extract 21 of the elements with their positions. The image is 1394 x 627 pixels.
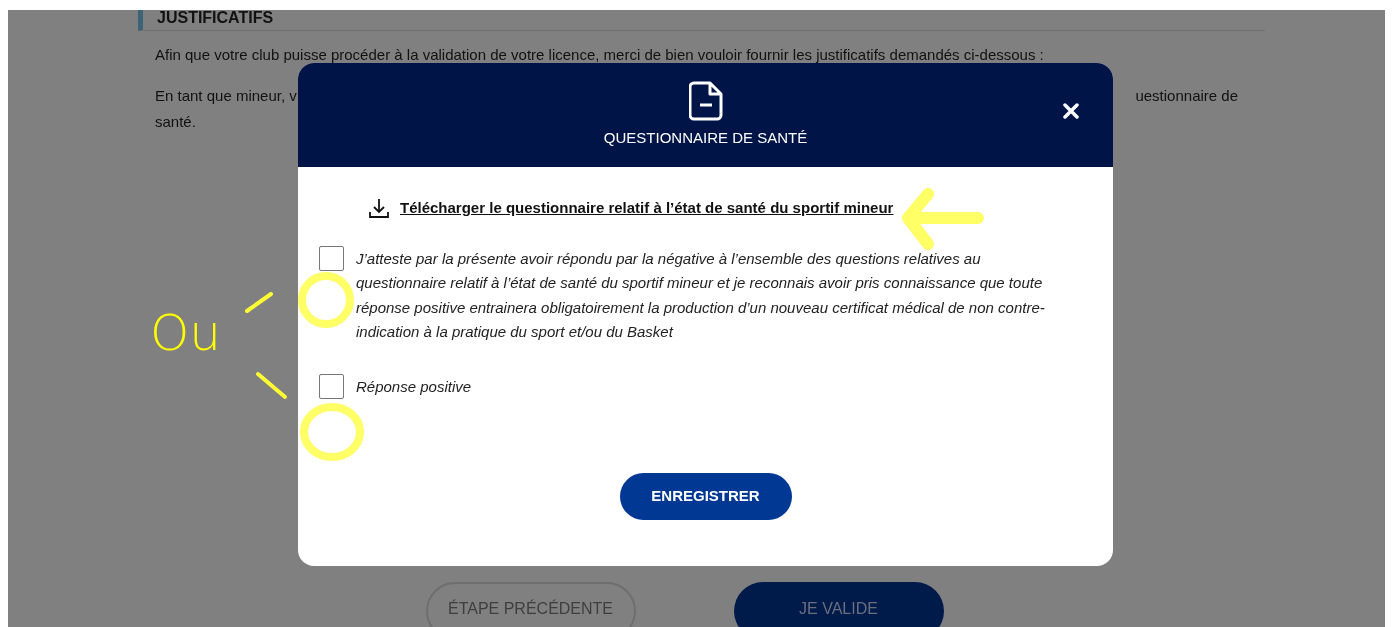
- highlighter-stroke: [245, 292, 273, 313]
- body-text: santé.: [155, 112, 196, 132]
- body-text: uestionnaire de: [1135, 86, 1238, 106]
- download-link[interactable]: Télécharger le questionnaire relatif à l’état de santé du sportif mineur: [400, 197, 894, 220]
- close-button[interactable]: [1063, 103, 1079, 119]
- checkbox-label: Réponse positive: [356, 376, 472, 397]
- intro-text: Afin que votre club puisse procéder à la validation de votre licence, merci de bien vouloir fournir les justificatifs demandés ci-dessous :: [155, 45, 1045, 65]
- modal-title: QUESTIONNAIRE DE SANTÉ: [603, 128, 808, 148]
- save-button[interactable]: ENREGISTRER: [619, 473, 792, 520]
- highlighter-circle: [298, 272, 354, 328]
- document-icon: [688, 81, 723, 121]
- section-title: JUSTIFICATIFS: [138, 10, 1265, 31]
- handwritten-note: Ou: [150, 308, 222, 358]
- highlighter-stroke: [256, 372, 287, 399]
- download-icon: [368, 197, 390, 220]
- checkbox[interactable]: [319, 245, 344, 271]
- close-icon: [1063, 103, 1079, 119]
- highlighter-circle: [300, 403, 364, 461]
- checkbox[interactable]: [319, 373, 344, 399]
- body-text: En tant que mineur, v: [155, 86, 297, 106]
- checkbox-label: J’atteste par la présente avoir répondu par la négative à l’ensemble des questions relatives au questionnaire relatif à l’état de santé du sportif mineur et je reconnais avoir pris connaissance que toute réponse positive entrainera obligatoirement la production d’un nouveau certificat médical de non contre-indication à la pratique du sport et/ou du Basket: [356, 248, 1046, 342]
